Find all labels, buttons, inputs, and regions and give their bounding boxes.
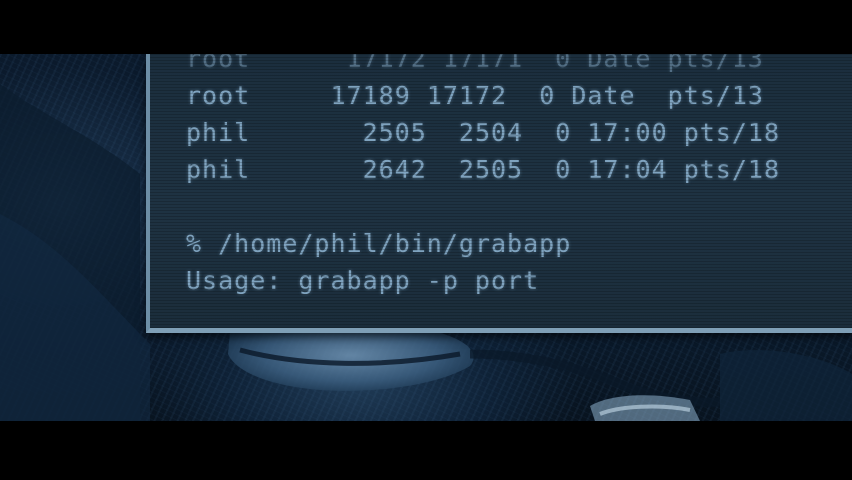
command-line: % /home/phil/bin/grabapp [186,225,780,262]
proc-stime: 17:04 [587,155,668,184]
process-line: root 17189 17172 0 Date pts/13 [186,77,780,114]
letterbox-bottom [0,421,852,480]
process-line: phil 2505 2504 0 17:00 pts/18 [186,114,780,151]
proc-user: root [186,81,251,110]
proc-c: 0 [555,155,572,184]
proc-tty: pts/18 [683,118,780,147]
process-line: phil 2642 2505 0 17:04 pts/18 [186,151,780,188]
letterbox-top [0,0,852,54]
proc-user: phil [186,118,251,147]
proc-pid: 17189 [330,81,411,110]
terminal-window: root 17172 17171 0 Date pts/13 root 17189… [146,54,852,333]
proc-tty: pts/13 [667,81,764,110]
proc-pid: 2505 [362,118,427,147]
video-frame: root 17172 17171 0 Date pts/13 root 17189… [0,0,852,480]
command-text: /home/phil/bin/grabapp [218,229,572,258]
proc-ppid: 2504 [458,118,524,147]
proc-stime: Date [571,81,636,110]
background-scene: root 17172 17171 0 Date pts/13 root 17189… [0,54,852,421]
proc-stime: 17:00 [587,118,668,147]
proc-pid: 2642 [362,155,427,184]
terminal-output: root 17172 17171 0 Date pts/13 root 17189… [186,54,780,299]
shell-prompt: % [186,229,203,258]
proc-ppid: 17172 [426,81,508,110]
proc-tty: pts/18 [683,155,780,184]
proc-c: 0 [555,118,572,147]
terminal-cut-line: root 17172 17171 0 Date pts/13 [186,54,764,73]
proc-ppid: 2505 [458,155,524,184]
proc-user: phil [186,155,251,184]
usage-line: Usage: grabapp -p port [186,266,540,295]
proc-c: 0 [539,81,556,110]
